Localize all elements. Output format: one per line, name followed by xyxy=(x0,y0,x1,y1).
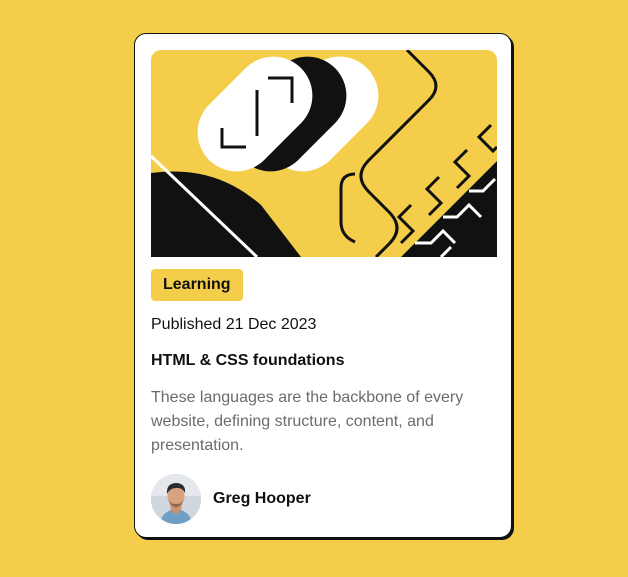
author: Greg Hooper xyxy=(151,474,311,524)
abstract-illustration-icon xyxy=(151,50,497,257)
user-portrait-icon xyxy=(151,474,201,524)
avatar xyxy=(151,474,201,524)
published-date: Published 21 Dec 2023 xyxy=(151,316,317,333)
author-name[interactable]: Greg Hooper xyxy=(213,490,311,508)
hero-illustration xyxy=(151,50,497,257)
card-title[interactable]: HTML & CSS foundations xyxy=(151,352,344,370)
blog-preview-card: Learning Published 21 Dec 2023 HTML & CS… xyxy=(134,33,512,538)
card-description: These languages are the backbone of ever… xyxy=(151,389,464,454)
category-badge[interactable]: Learning xyxy=(151,269,243,301)
